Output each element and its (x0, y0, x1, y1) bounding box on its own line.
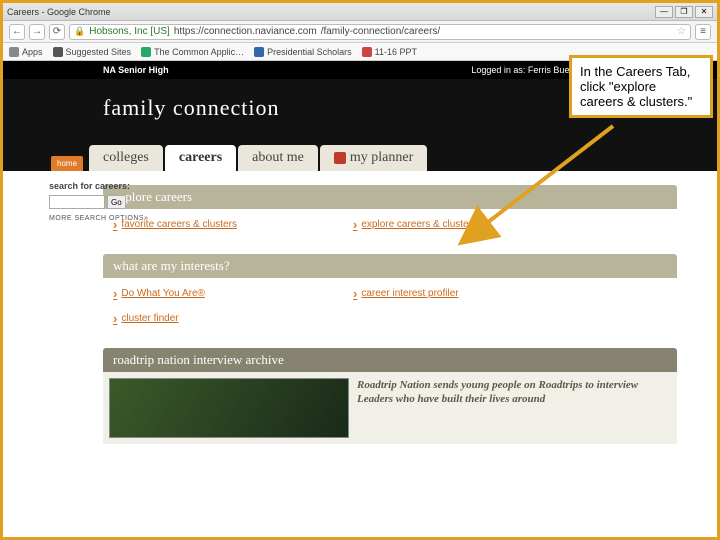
apps-icon (9, 47, 19, 57)
link-cluster-finder[interactable]: cluster finder (113, 311, 313, 326)
tab-label: my planner (350, 150, 413, 166)
roadtrip-image (109, 378, 349, 438)
section-header-interests: what are my interests? (103, 254, 677, 278)
url-provider: Hobsons, Inc [US] (89, 26, 170, 37)
browser-titlebar: Careers - Google Chrome — ❐ ✕ (3, 3, 717, 21)
bookmark-suggested[interactable]: Suggested Sites (53, 47, 132, 57)
bookmark-ppt[interactable]: 11-16 PPT (362, 47, 417, 57)
minimize-button[interactable]: — (655, 6, 673, 18)
instruction-callout: In the Careers Tab, click "explore caree… (569, 55, 713, 118)
window-title: Careers - Google Chrome (7, 7, 111, 17)
tab-colleges[interactable]: colleges (89, 145, 163, 171)
back-button[interactable]: ← (9, 24, 25, 40)
tab-careers[interactable]: careers (165, 145, 236, 171)
address-bar[interactable]: 🔒 Hobsons, Inc [US] https://connection.n… (69, 24, 691, 40)
section-header-roadtrip: roadtrip nation interview archive (103, 348, 677, 372)
bookmark-label: Presidential Scholars (267, 47, 352, 57)
file-icon (362, 47, 372, 57)
more-search-options-link[interactable]: MORE SEARCH OPTIONS» (49, 215, 149, 222)
forward-button[interactable]: → (29, 24, 45, 40)
tab-about-me[interactable]: about me (238, 145, 318, 171)
bookmark-scholars[interactable]: Presidential Scholars (254, 47, 352, 57)
link-career-interest-profiler[interactable]: career interest profiler (353, 286, 553, 301)
maximize-button[interactable]: ❐ (675, 6, 693, 18)
tab-my-planner[interactable]: my planner (320, 145, 427, 171)
bookmark-label: Apps (22, 47, 43, 57)
school-name: NA Senior High (103, 65, 169, 75)
callout-arrow (463, 121, 633, 246)
bookmark-label: Suggested Sites (66, 47, 132, 57)
logged-in-user: Logged in as: Ferris Bueller (471, 65, 581, 75)
sidebar-search: search for careers: Go MORE SEARCH OPTIO… (49, 181, 149, 222)
bookmark-label: 11-16 PPT (375, 47, 417, 57)
url-path: /family-connection/careers/ (321, 26, 441, 37)
bookmark-apps[interactable]: Apps (9, 47, 43, 57)
tab-label: about me (252, 150, 304, 166)
bookmark-star-icon[interactable]: ☆ (677, 26, 686, 37)
career-search-input[interactable] (49, 195, 105, 209)
menu-button[interactable]: ≡ (695, 24, 711, 40)
folder-icon (53, 47, 63, 57)
site-brand: family connection (103, 95, 279, 141)
site-icon (141, 47, 151, 57)
bookmark-commonapp[interactable]: The Common Applic… (141, 47, 244, 57)
tab-label: careers (179, 150, 222, 166)
section-body-roadtrip: Roadtrip Nation sends young people on Ro… (103, 372, 677, 444)
reload-button[interactable]: ⟳ (49, 24, 65, 40)
section-body-interests: Do What You Are® cluster finder career i… (103, 278, 677, 344)
tab-label: colleges (103, 150, 149, 166)
url-host: https://connection.naviance.com (174, 26, 317, 37)
planner-icon (334, 152, 346, 164)
bookmark-label: The Common Applic… (154, 47, 244, 57)
tab-home[interactable]: home (51, 156, 83, 171)
close-button[interactable]: ✕ (695, 6, 713, 18)
search-label: search for careers: (49, 181, 149, 191)
browser-toolbar: ← → ⟳ 🔒 Hobsons, Inc [US] https://connec… (3, 21, 717, 43)
link-do-what-you-are[interactable]: Do What You Are® (113, 286, 313, 301)
lock-icon: 🔒 (74, 26, 85, 37)
site-icon (254, 47, 264, 57)
search-go-button[interactable]: Go (107, 195, 126, 209)
roadtrip-blurb: Roadtrip Nation sends young people on Ro… (357, 378, 671, 438)
